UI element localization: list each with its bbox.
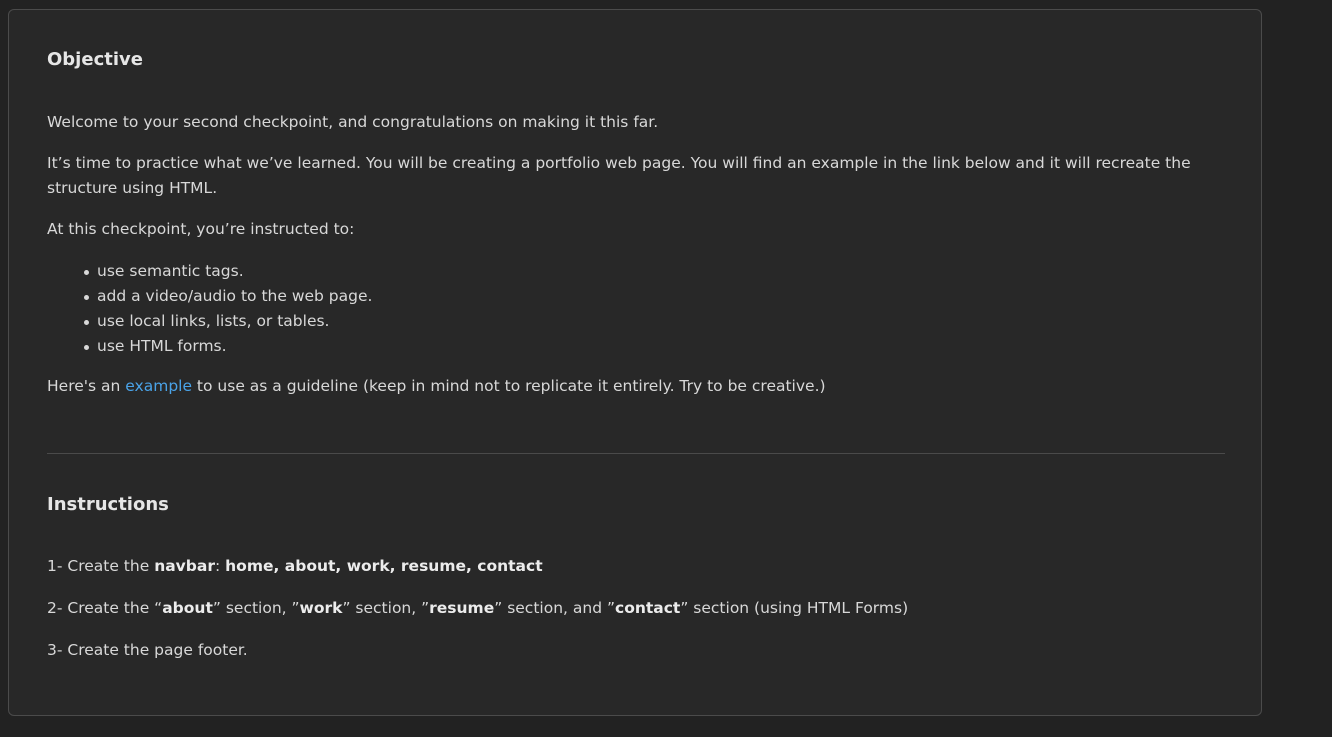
step-1-colon: : [214, 557, 226, 575]
example-text: Here's an example to use as a guideline … [47, 374, 1227, 399]
bullet-icon [84, 320, 89, 325]
step-2-part: ” section, ” [212, 599, 300, 617]
list-item-text: use semantic tags. [97, 262, 244, 280]
step-2-part: ” section, ” [342, 599, 430, 617]
example-prefix: Here's an [47, 377, 126, 395]
step-2: 2- Create the “about” section, ”work” se… [47, 596, 1227, 621]
list-item: use HTML forms. [84, 334, 1277, 359]
navbar-items: home, about, work, resume, contact [225, 557, 543, 575]
step-1-prefix: 1- Create the [47, 557, 155, 575]
step-1: 1- Create the navbar: home, about, work,… [47, 554, 1227, 579]
step-2-part: 2- Create the “ [47, 599, 163, 617]
bullet-icon [84, 270, 89, 275]
list-item-text: use local links, lists, or tables. [97, 312, 330, 330]
about-term: about [162, 599, 213, 617]
navbar-term: navbar [154, 557, 215, 575]
list-item-text: add a video/audio to the web page. [97, 287, 373, 305]
list-item: use semantic tags. [84, 259, 1277, 284]
example-suffix: to use as a guideline (keep in mind not … [192, 377, 826, 395]
requirements-list: use semantic tags. add a video/audio to … [47, 259, 1277, 359]
section-divider [47, 453, 1225, 454]
list-item: use local links, lists, or tables. [84, 309, 1277, 334]
checkpoint-card: Objective Welcome to your second checkpo… [8, 9, 1262, 716]
list-item-text: use HTML forms. [97, 337, 227, 355]
objective-heading: Objective [47, 49, 143, 70]
list-item: add a video/audio to the web page. [84, 284, 1277, 309]
step-3: 3- Create the page footer. [47, 641, 248, 659]
step-2-part: ” section (using HTML Forms) [680, 599, 909, 617]
step-2-part: ” section, and ” [494, 599, 615, 617]
instructions-heading: Instructions [47, 494, 169, 515]
resume-term: resume [429, 599, 495, 617]
welcome-text: Welcome to your second checkpoint, and c… [47, 113, 659, 131]
work-term: work [299, 599, 343, 617]
bullet-icon [84, 345, 89, 350]
instructed-text: At this checkpoint, you’re instructed to… [47, 220, 355, 238]
contact-term: contact [615, 599, 681, 617]
bullet-icon [84, 295, 89, 300]
example-link[interactable]: example [125, 377, 192, 395]
practice-text: It’s time to practice what we’ve learned… [47, 154, 1191, 197]
